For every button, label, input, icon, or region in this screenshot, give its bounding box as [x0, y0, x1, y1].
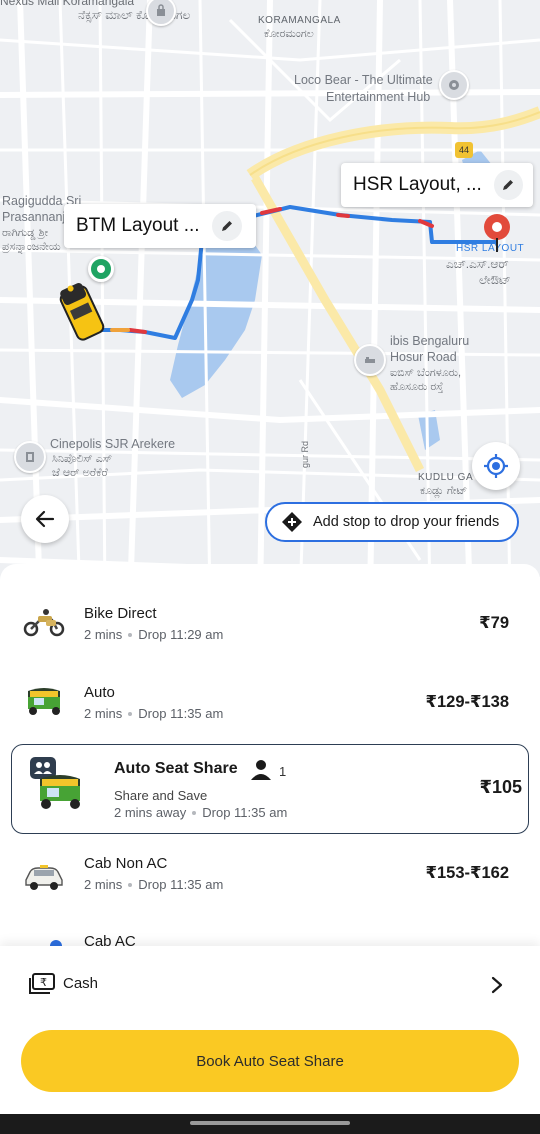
person-icon: [251, 760, 271, 780]
drop-location-text: HSR Layout, ...: [353, 174, 482, 195]
map-label-ibis-3: ಐಬಿಸ್ ಬೆಂಗಳೂರು,: [390, 367, 462, 379]
ride-name: Auto: [84, 684, 115, 701]
cinema-poi-icon[interactable]: [14, 441, 46, 473]
drop-pin-icon[interactable]: [484, 214, 510, 252]
map-label-hsr-kn-1: ಎಚ್.ಎಸ್.ಆರ್: [446, 257, 509, 271]
entertainment-poi-icon[interactable]: [439, 70, 469, 100]
map-label-cinepolis-2: ಸಿನಿಪೊಲಿಸ್ ಎಸ್: [52, 453, 113, 465]
payment-method-label: Cash: [63, 975, 99, 992]
map-label-kudlu-1: KUDLU GA: [418, 472, 474, 483]
ride-options-sheet[interactable]: Bike Direct 2 mins Drop 11:29 am ₹79 Auto…: [0, 564, 540, 946]
drop-location-callout[interactable]: HSR Layout, ...: [341, 163, 533, 207]
diamond-plus-icon: [282, 512, 302, 532]
ride-eta: 2 mins Drop 11:35 am: [84, 706, 224, 721]
edit-pickup-button[interactable]: [211, 211, 242, 241]
map-label-loco-bear-1: Loco Bear - The Ultimate: [294, 73, 433, 87]
map-label-ibis-4: ಹೊಸೂರು ರಸ್ತೆ: [390, 381, 444, 393]
pencil-icon: [221, 221, 232, 231]
edit-drop-button[interactable]: [493, 170, 523, 200]
ride-option-cab-non-ac[interactable]: Cab Non AC 2 mins Drop 11:35 am ₹153-₹162: [0, 842, 540, 912]
hotel-poi-icon[interactable]: [354, 344, 386, 376]
system-navigation-bar: [0, 1114, 540, 1134]
ride-option-bike-direct[interactable]: Bike Direct 2 mins Drop 11:29 am ₹79: [0, 592, 540, 662]
ride-subtitle: Share and Save: [114, 788, 208, 803]
book-ride-button[interactable]: Book Auto Seat Share: [21, 1030, 519, 1092]
map-label-cinepolis-1: Cinepolis SJR Arekere: [50, 437, 176, 451]
highway-shield-icon: 44: [455, 142, 473, 158]
ride-price: ₹105: [479, 777, 522, 797]
map-label-nexus-mall: Nexus Mall Koramangala: [0, 0, 135, 8]
payment-method-selector[interactable]: ₹ Cash: [0, 960, 540, 1008]
ride-option-auto[interactable]: Auto 2 mins Drop 11:35 am ₹129-₹138: [0, 671, 540, 741]
add-stop-button[interactable]: Add stop to drop your friends: [265, 502, 519, 542]
ride-name: Auto Seat Share: [114, 760, 238, 777]
map-label-ragigudda-3: ರಾಗಿಗುಡ್ಡ ಶ್ರೀ: [2, 227, 49, 239]
svg-text:₹: ₹: [40, 976, 47, 989]
map-label-hsr-kn-2: ಲೇಔಟ್: [479, 273, 511, 287]
auto-share-icon: [40, 775, 80, 809]
map-label-hsr-layout: HSR LAYOUT: [456, 243, 525, 254]
auto-rickshaw-icon: [28, 688, 60, 715]
auto-vehicle-marker-icon: [59, 282, 105, 341]
booking-footer: ₹ Cash Book Auto Seat Share: [0, 946, 540, 1114]
cash-icon: ₹: [29, 973, 55, 994]
add-stop-label: Add stop to drop your friends: [313, 514, 500, 530]
ride-eta: 2 mins away Drop 11:35 am: [114, 805, 288, 820]
bike-icon: [23, 609, 65, 637]
chevron-right-icon: [491, 976, 503, 994]
map-label-kudlu-2: ಕೂಡ್ಲು ಗೇಟ್: [420, 485, 468, 497]
pickup-location-callout[interactable]: BTM Layout ...: [64, 204, 256, 248]
ride-option-cab-ac[interactable]: Cab AC: [0, 920, 540, 946]
map-label-ibis-2: Hosur Road: [390, 350, 457, 364]
ride-name: Bike Direct: [84, 605, 157, 622]
book-ride-label: Book Auto Seat Share: [196, 1052, 344, 1070]
back-button[interactable]: [21, 495, 69, 543]
ride-name: Cab Non AC: [84, 855, 168, 872]
pickup-location-text: BTM Layout ...: [76, 215, 200, 236]
ride-option-auto-seat-share[interactable]: Auto Seat Share 1 Share and Save 2 mins …: [11, 744, 529, 834]
map-label-ragigudda-2: Prasannanj: [2, 210, 66, 224]
ride-price: ₹153-₹162: [425, 864, 509, 882]
map-label-ragigudda-4: ಪ್ರಸನ್ನಾಂಜನೇಯ: [2, 241, 61, 253]
map-label-koramangala: KORAMANGALA: [258, 15, 341, 26]
ride-eta: 2 mins Drop 11:29 am: [84, 627, 224, 642]
map-view[interactable]: Nexus Mall Koramangala ನೆಕ್ಸಸ್ ಮಾಲ್ ಕೋರಮ…: [0, 0, 540, 600]
pickup-pin-icon[interactable]: [88, 256, 114, 282]
seat-count: 1: [279, 764, 287, 779]
ride-price: ₹129-₹138: [425, 693, 509, 711]
map-label-cinepolis-3: ಜೆ ಆರ್ ಅರೆಕೆರೆ: [52, 467, 108, 479]
ride-name: Cab AC: [84, 933, 136, 946]
recenter-button[interactable]: [472, 442, 520, 490]
map-label-road: gur Rd: [300, 440, 310, 468]
home-gesture-handle[interactable]: [190, 1121, 350, 1125]
map-label-ibis-1: ibis Bengaluru: [390, 334, 470, 348]
crosshair-icon: [484, 454, 508, 478]
ride-booking-screen: Nexus Mall Koramangala ನೆಕ್ಸಸ್ ಮಾಲ್ ಕೋರಮ…: [0, 0, 540, 1134]
cab-icon: [25, 865, 63, 890]
map-label-loco-bear-2: Entertainment Hub: [326, 90, 431, 104]
map-label-koramangala-kn: ಕೋರಮಂಗಲ: [264, 28, 314, 40]
ride-price: ₹79: [479, 614, 509, 632]
pencil-icon: [503, 180, 514, 190]
ride-eta: 2 mins Drop 11:35 am: [84, 877, 224, 892]
arrow-left-icon: [35, 510, 55, 528]
